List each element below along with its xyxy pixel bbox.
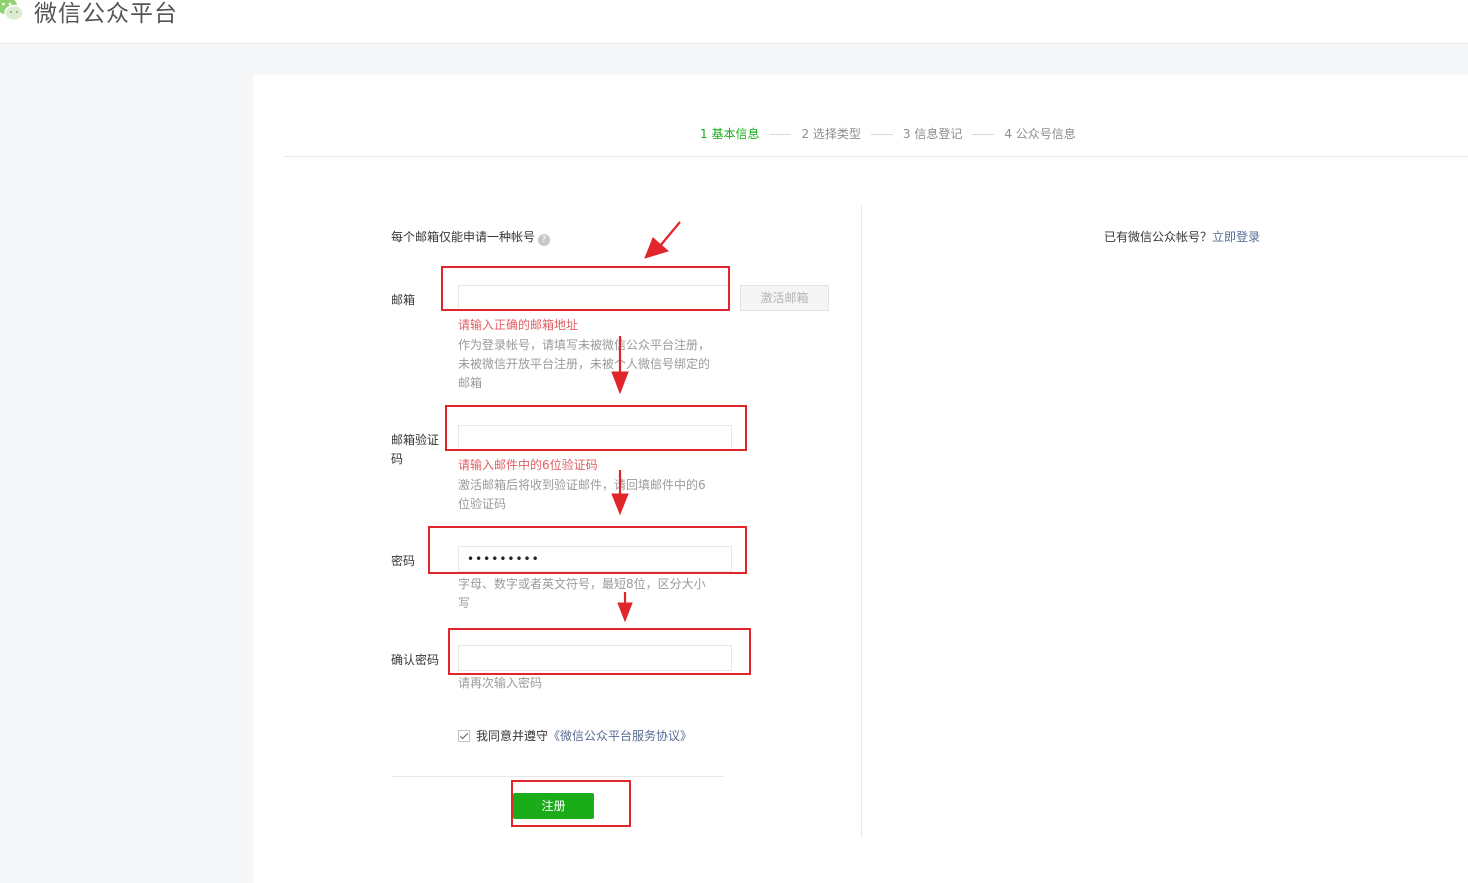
step-separator [972,134,995,135]
column-divider [861,206,862,838]
step-account-info: 4 公众号信息 [1004,127,1076,141]
login-prompt: 已有微信公众帐号？立即登录 [1104,228,1260,245]
steps-divider [284,156,1468,157]
agreement-text: 我同意并遵守 [476,729,549,743]
agreement-row: 我同意并遵守《微信公众平台服务协议》 [458,727,692,744]
verify-code-tip-line: 激活邮箱后将收到验证邮件，请回填邮件中的6 [458,478,706,492]
form-divider [391,776,724,777]
step-basic-info: 1 基本信息 [700,127,760,141]
step-progress: 1 基本信息 2 选择类型 3 信息登记 4 公众号信息 [700,125,1076,141]
annotation-box-verify-code [445,405,747,451]
site-title[interactable]: 微信公众平台 [34,0,178,28]
login-link[interactable]: 立即登录 [1212,230,1260,244]
verify-code-label-line: 码 [391,452,404,466]
wechat-logo-icon[interactable] [0,0,26,24]
question-circle-icon[interactable]: ? [538,234,551,246]
step-info-register: 3 信息登记 [902,127,963,141]
email-tip-line: 未被微信开放平台注册，未被个人微信号绑定的 [458,357,711,371]
annotation-box-email [441,266,730,311]
agreement-checkbox[interactable] [458,730,470,742]
password-tip-line: 字母、数字或者英文符号，最短8位，区分大小 [458,577,706,591]
top-header: 微信公众平台 [0,0,1468,44]
password-label: 密码 [391,554,416,568]
email-tip-line: 邮箱 [458,376,483,390]
verify-code-tip-line: 位验证码 [458,497,507,511]
email-tip: 作为登录帐号，请填写未被微信公众平台注册， 未被微信开放平台注册，未被个人微信号… [458,336,710,393]
verify-code-tip: 激活邮箱后将收到验证邮件，请回填邮件中的6 位验证码 [458,476,706,514]
verify-code-error: 请输入邮件中的6位验证码 [458,458,598,472]
email-label: 邮箱 [391,293,416,307]
form-notice-text: 每个邮箱仅能申请一种帐号 [391,230,536,244]
confirm-password-tip: 请再次输入密码 [458,676,543,690]
step-select-type: 2 选择类型 [801,127,861,141]
annotation-box-register [511,780,631,827]
activate-email-button[interactable]: 激活邮箱 [740,285,829,311]
login-prompt-text: 已有微信公众帐号？ [1104,230,1213,244]
verify-code-label-line: 邮箱验证 [391,433,440,447]
verify-code-label: 邮箱验证 码 [391,431,439,469]
step-separator [870,134,893,135]
form-notice: 每个邮箱仅能申请一种帐号? [391,228,551,246]
password-tip-line: 写 [458,596,471,610]
annotation-box-password [428,526,747,574]
password-tip: 字母、数字或者英文符号，最短8位，区分大小 写 [458,575,706,613]
agreement-link[interactable]: 《微信公众平台服务协议》 [548,729,692,743]
email-error: 请输入正确的邮箱地址 [458,318,579,332]
email-tip-line: 作为登录帐号，请填写未被微信公众平台注册， [458,338,711,352]
step-separator [769,134,792,135]
confirm-password-label: 确认密码 [391,653,440,667]
annotation-box-confirm-password [448,628,751,675]
